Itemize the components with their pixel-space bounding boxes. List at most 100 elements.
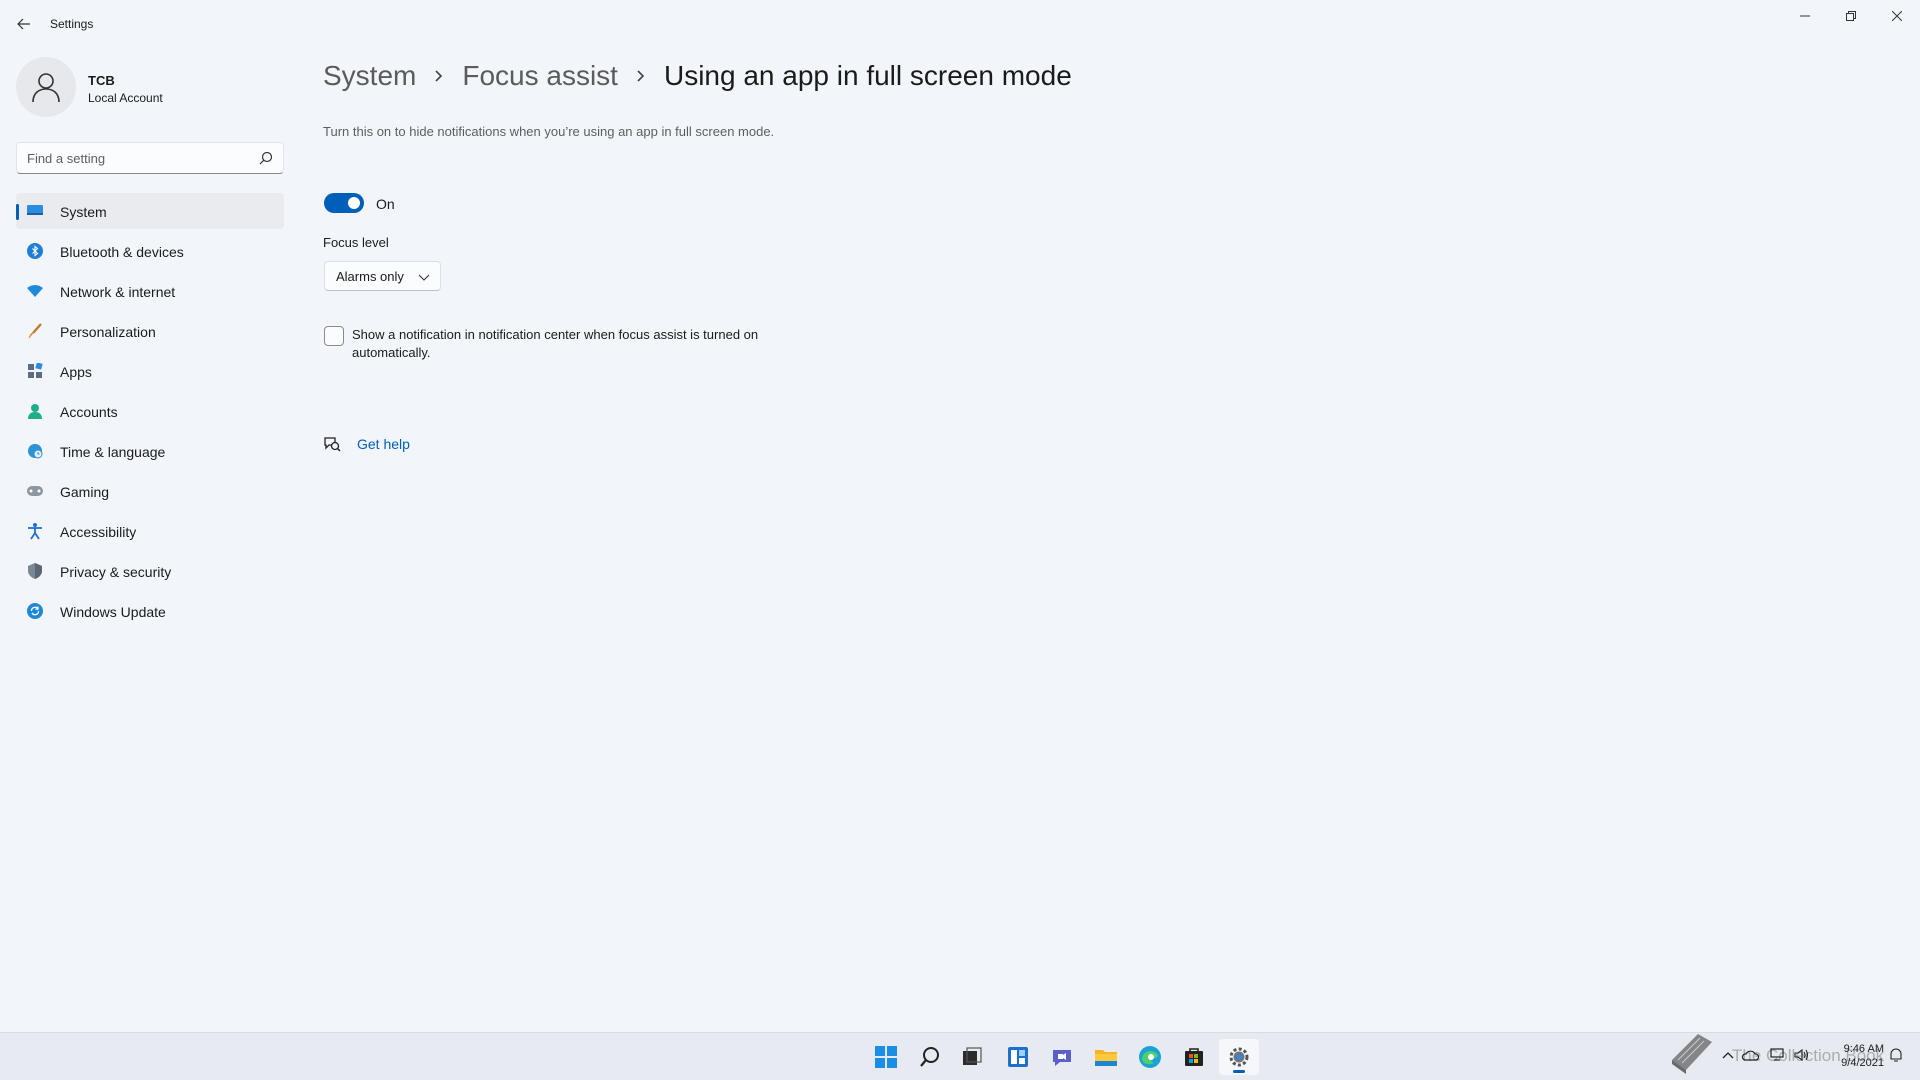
chevron-right-icon [434,69,444,83]
search-box [16,142,284,174]
profile-account-type: Local Account [88,91,163,105]
book-logo-icon [1672,1034,1712,1074]
wifi-icon [26,282,44,300]
globe-clock-icon [26,442,44,460]
toggle-knob [348,197,360,209]
task-view-button[interactable] [952,1039,992,1075]
restore-icon [1846,11,1856,21]
close-button[interactable] [1874,0,1920,32]
brush-icon [26,322,44,340]
focus-level-value: Alarms only [336,269,404,284]
sidebar-item-gaming[interactable]: Gaming [16,473,284,509]
apps-icon [26,362,44,380]
app-title: Settings [50,17,94,31]
sidebar-item-label: Privacy & security [60,564,172,580]
full-screen-toggle[interactable] [324,193,364,213]
task-view-icon [963,1047,982,1065]
sidebar-item-system[interactable]: System [16,193,284,229]
sidebar-item-time-language[interactable]: Time & language [16,433,284,469]
sidebar-item-accessibility[interactable]: Accessibility [16,513,284,549]
user-icon [32,73,60,103]
minimize-icon [1800,15,1810,17]
settings-window: Settings TCB Local Account System [0,0,1920,1032]
sidebar-item-label: Apps [60,364,92,380]
sidebar-item-label: Time & language [60,444,166,460]
search-icon [920,1047,939,1067]
accounts-icon [26,402,44,420]
sidebar-item-label: Bluetooth & devices [60,244,184,260]
breadcrumb: System Focus assist Using an app in full… [323,56,1072,96]
get-help-link[interactable]: Get help [357,436,410,452]
onedrive-tray-button[interactable] [1740,1045,1760,1065]
start-icon [875,1046,897,1068]
notification-checkbox[interactable] [324,326,344,346]
search-input[interactable] [17,143,237,173]
focus-level-dropdown[interactable]: Alarms only [324,261,441,291]
network-tray-button[interactable] [1768,1045,1788,1065]
file-explorer-icon [1095,1050,1117,1066]
sidebar-item-label: Windows Update [60,604,166,620]
file-explorer-button[interactable] [1086,1039,1126,1075]
sidebar-item-label: Accounts [60,404,118,420]
sidebar-nav: System Bluetooth & devices Network & int… [16,193,284,633]
sidebar-item-personalization[interactable]: Personalization [16,313,284,349]
page-description: Turn this on to hide notifications when … [323,124,775,139]
search-icon[interactable] [259,151,273,165]
widgets-button[interactable] [998,1039,1038,1075]
avatar [16,57,76,117]
tray-overflow-button[interactable] [1718,1045,1738,1065]
toggle-state-label: On [376,196,395,212]
sidebar-item-apps[interactable]: Apps [16,353,284,389]
volume-tray-button[interactable] [1792,1045,1812,1065]
breadcrumb-focus-assist[interactable]: Focus assist [462,60,618,92]
taskbar-search-button[interactable] [910,1039,950,1075]
notification-checkbox-label: Show a notification in notification cent… [352,327,759,360]
edge-button[interactable] [1130,1039,1170,1075]
accessibility-icon [26,522,44,540]
sidebar-item-label: Network & internet [60,284,176,300]
system-icon [26,202,44,220]
clock-time[interactable]: 9:46 AM [1832,1043,1884,1056]
user-profile[interactable]: TCB Local Account [16,56,276,120]
page-title: Using an app in full screen mode [663,60,1072,91]
bluetooth-icon [26,242,44,260]
settings-taskbar-button[interactable] [1219,1039,1259,1075]
start-button[interactable] [866,1039,906,1075]
close-icon [1892,11,1902,21]
settings-icon [1229,1047,1249,1067]
shield-icon [26,562,44,580]
sidebar-item-accounts[interactable]: Accounts [16,393,284,429]
back-arrow-icon [17,18,30,30]
sidebar-item-label: Gaming [60,484,110,500]
back-button[interactable] [12,12,36,36]
focus-level-label: Focus level [323,235,389,250]
breadcrumb-system[interactable]: System [323,60,416,92]
clock-date[interactable]: 9/4/2021 [1822,1057,1884,1070]
network-icon [1770,1048,1784,1061]
chevron-up-icon [1722,1052,1734,1059]
title-bar: Settings [0,0,1920,48]
chevron-right-icon [636,69,646,83]
get-help: Get help [323,435,410,453]
edge-icon [1139,1046,1161,1068]
widgets-icon [1008,1047,1028,1067]
restore-button[interactable] [1828,0,1874,32]
volume-icon [1794,1048,1809,1062]
sidebar-item-label: Personalization [60,324,156,340]
chat-button[interactable] [1042,1039,1082,1075]
cloud-icon [1741,1050,1759,1061]
notification-bell-icon [1890,1048,1902,1062]
sidebar-item-bluetooth[interactable]: Bluetooth & devices [16,233,284,269]
taskbar [0,1032,1920,1080]
chat-icon [1053,1050,1071,1066]
minimize-button[interactable] [1782,0,1828,32]
sidebar-item-windows-update[interactable]: Windows Update [16,593,284,629]
sidebar-item-network[interactable]: Network & internet [16,273,284,309]
profile-name: TCB [88,73,115,88]
sidebar-item-privacy[interactable]: Privacy & security [16,553,284,589]
help-icon [324,437,341,452]
update-icon [26,602,44,620]
store-button[interactable] [1174,1039,1214,1075]
notifications-button[interactable] [1886,1045,1906,1065]
gamepad-icon [26,482,44,500]
